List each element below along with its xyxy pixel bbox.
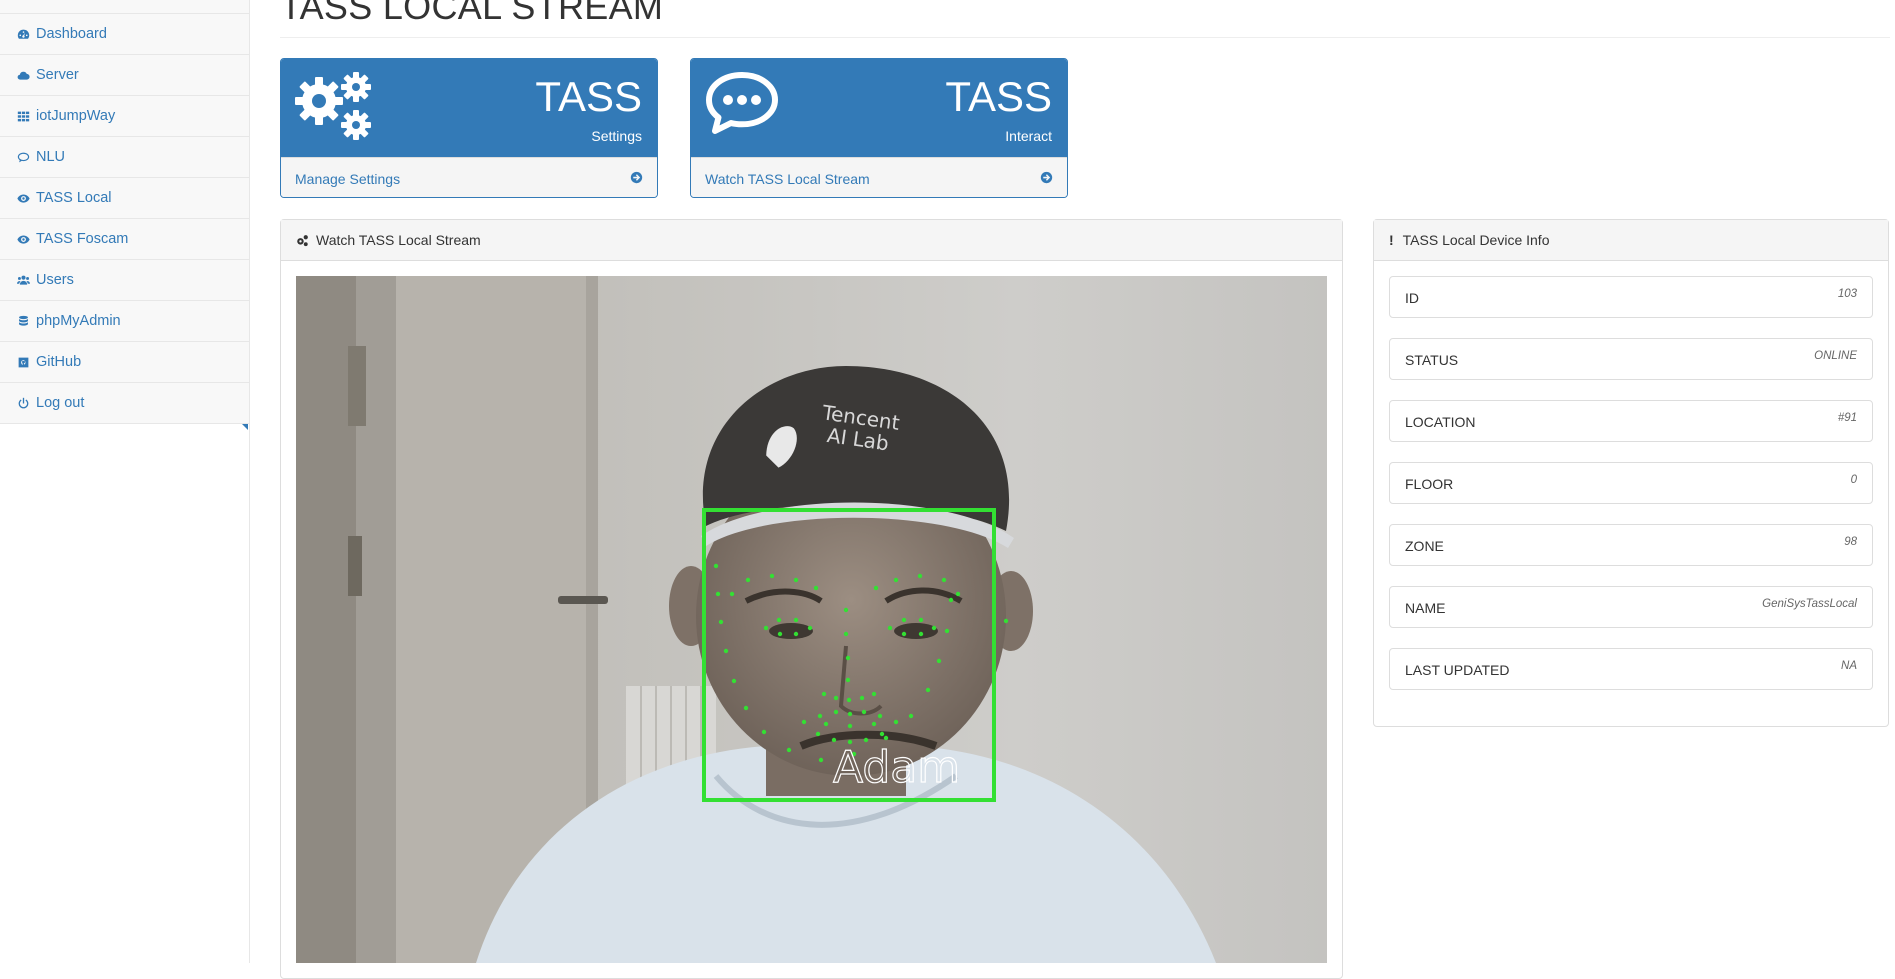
sidebar-item-dashboard[interactable]: Dashboard [0, 14, 249, 55]
stream-panel-title: Watch TASS Local Stream [316, 232, 481, 248]
sidebar-item-label: NLU [36, 149, 66, 165]
arrow-circle-right-icon [1040, 171, 1053, 187]
arrow-circle-right-icon [630, 171, 643, 187]
info-row-id: ID 103 [1389, 276, 1873, 318]
settings-card: TASS Settings Manage Settings [280, 58, 658, 198]
exclamation-icon: ! [1389, 232, 1394, 248]
card-subtitle: Interact [1005, 128, 1052, 144]
watch-stream-link[interactable]: Watch TASS Local Stream [691, 157, 1067, 197]
sidebar-resize-handle[interactable] [242, 424, 248, 430]
database-icon [16, 314, 30, 328]
speech-bubble-icon [16, 150, 30, 164]
sidebar-item-label: Server [36, 67, 79, 83]
info-value: 103 [1837, 288, 1857, 300]
sidebar: Dashboard Server iotJumpWay NLU TASS Loc… [0, 0, 250, 963]
cloud-icon [16, 68, 30, 82]
video-stream[interactable]: Tencent AI Lab Adam [296, 276, 1327, 963]
device-info-header: ! TASS Local Device Info [1374, 220, 1888, 261]
card-link-label: Watch TASS Local Stream [705, 170, 870, 187]
info-value: 98 [1844, 536, 1857, 548]
card-title: TASS [945, 73, 1052, 120]
comments-icon [705, 71, 779, 142]
interact-card: TASS Interact Watch TASS Local Stream [690, 58, 1068, 198]
sidebar-item-label: Dashboard [36, 26, 107, 42]
info-row-status: STATUS ONLINE [1389, 338, 1873, 380]
sidebar-item-label: iotJumpWay [36, 108, 116, 124]
detected-name-label: Adam [833, 742, 960, 793]
card-link-label: Manage Settings [295, 170, 401, 187]
sidebar-item-tass-local[interactable]: TASS Local [0, 178, 249, 219]
info-label: ID [1405, 290, 1419, 306]
sidebar-blank-area [0, 424, 249, 963]
sidebar-menu: Dashboard Server iotJumpWay NLU TASS Loc… [0, 13, 249, 424]
sidebar-item-github[interactable]: GitHub [0, 342, 249, 383]
info-value: 0 [1850, 474, 1857, 486]
sidebar-item-nlu[interactable]: NLU [0, 137, 249, 178]
info-row-name: NAME GeniSysTassLocal [1389, 586, 1873, 628]
device-info-title: TASS Local Device Info [1402, 232, 1550, 248]
card-subtitle: Settings [591, 128, 642, 144]
users-icon [16, 273, 30, 287]
sidebar-item-tass-foscam[interactable]: TASS Foscam [0, 219, 249, 260]
divider [280, 37, 1890, 38]
card-title: TASS [535, 73, 642, 120]
github-icon [16, 355, 30, 369]
info-label: LAST UPDATED [1405, 662, 1510, 678]
info-value: GeniSysTassLocal [1762, 598, 1857, 610]
page-title: TASS LOCAL STREAM [280, 0, 664, 27]
info-row-zone: ZONE 98 [1389, 524, 1873, 566]
sidebar-item-label: TASS Local [36, 190, 112, 206]
settings-card-header: TASS Settings [281, 59, 657, 157]
info-row-location: LOCATION #91 [1389, 400, 1873, 442]
grid-icon [16, 109, 30, 123]
info-row-last-updated: LAST UPDATED NA [1389, 648, 1873, 690]
eye-icon [16, 191, 30, 205]
eye-icon [16, 232, 30, 246]
gears-icon [295, 71, 373, 150]
info-row-floor: FLOOR 0 [1389, 462, 1873, 504]
dashboard-icon [16, 27, 30, 41]
info-value: NA [1841, 660, 1857, 672]
sidebar-item-users[interactable]: Users [0, 260, 249, 301]
sidebar-item-label: Users [36, 272, 74, 288]
info-label: NAME [1405, 600, 1446, 616]
gears-icon [297, 234, 308, 246]
sidebar-item-logout[interactable]: Log out [0, 383, 249, 424]
sidebar-item-label: TASS Foscam [36, 231, 129, 247]
info-label: ZONE [1405, 538, 1444, 554]
sidebar-item-phpmyadmin[interactable]: phpMyAdmin [0, 301, 249, 342]
sidebar-item-label: GitHub [36, 354, 82, 370]
info-value: ONLINE [1814, 350, 1857, 362]
interact-card-header: TASS Interact [691, 59, 1067, 157]
info-label: LOCATION [1405, 414, 1476, 430]
sidebar-item-label: phpMyAdmin [36, 313, 121, 329]
sidebar-item-label: Log out [36, 395, 85, 411]
info-value: #91 [1837, 412, 1857, 424]
info-label: STATUS [1405, 352, 1459, 368]
manage-settings-link[interactable]: Manage Settings [281, 157, 657, 197]
stream-panel-header: Watch TASS Local Stream [281, 220, 1342, 261]
power-icon [16, 396, 30, 410]
sidebar-item-server[interactable]: Server [0, 55, 249, 96]
sidebar-item-iotjumpway[interactable]: iotJumpWay [0, 96, 249, 137]
info-label: FLOOR [1405, 476, 1454, 492]
